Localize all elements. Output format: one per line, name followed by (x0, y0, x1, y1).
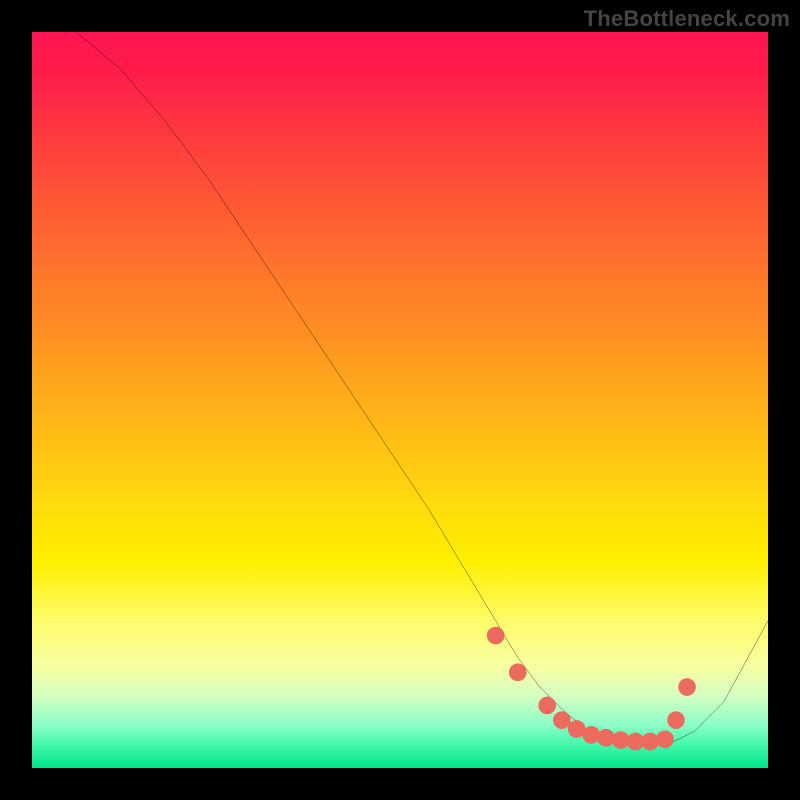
chart-frame: TheBottleneck.com (0, 0, 800, 800)
marker-dot (583, 726, 601, 744)
curve-markers (487, 627, 696, 751)
watermark-text: TheBottleneck.com (584, 6, 790, 32)
bottleneck-curve (76, 32, 768, 746)
curve-svg (32, 32, 768, 768)
plot-area (32, 32, 768, 768)
marker-dot (553, 711, 571, 729)
marker-dot (487, 627, 505, 645)
marker-dot (538, 697, 556, 715)
marker-dot (667, 711, 685, 729)
marker-dot (678, 678, 696, 696)
marker-dot (509, 663, 527, 681)
curve-path-group (76, 32, 768, 746)
marker-dot (656, 730, 674, 748)
